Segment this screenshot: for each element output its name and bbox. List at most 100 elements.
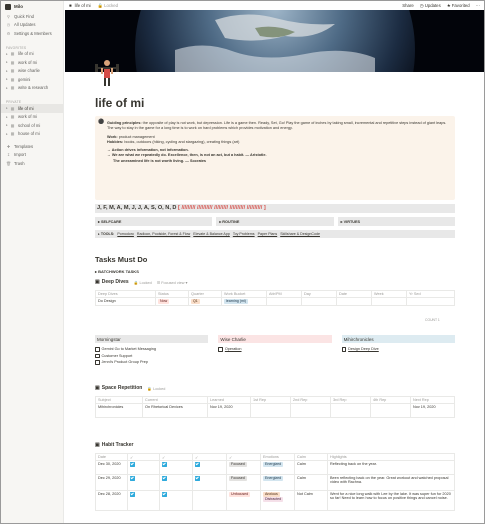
cell-check[interactable]: [127, 460, 160, 475]
table-row[interactable]: Dec 29, 2020 Focused Energized Calm Been…: [95, 474, 455, 491]
cell-empty[interactable]: [290, 403, 331, 418]
breadcrumb[interactable]: ■ life of mi 🔒 Locked: [69, 3, 118, 9]
col-header[interactable]: 1st Rep: [250, 396, 291, 404]
cell-calm[interactable]: Not Calm: [294, 490, 328, 511]
todo-item[interactable]: Operation: [218, 346, 331, 353]
cell-empty[interactable]: [266, 297, 302, 306]
cell-check[interactable]: [192, 490, 227, 511]
checkbox[interactable]: [341, 347, 347, 352]
col-header[interactable]: Status: [155, 290, 189, 298]
toggle-selfcare[interactable]: ▸ SELFCARE: [95, 217, 213, 226]
cell-next[interactable]: Nov 19, 2020: [410, 403, 455, 418]
table-row[interactable]: Dec 28, 2020 Unfocused Anxious Distracted…: [95, 490, 455, 511]
sidebar-item-fav-write-research[interactable]: ▸ ▦ write & research: [1, 84, 63, 93]
cell-calm[interactable]: Calm: [294, 474, 328, 491]
tools-toggle[interactable]: ▸ TOOLS: Pomodoro Radioon, Poolside, For…: [95, 230, 455, 238]
col-header[interactable]: Day: [301, 290, 337, 298]
tool-link[interactable]: Toy Problems: [233, 232, 255, 236]
cell-check[interactable]: [159, 490, 193, 511]
sidebar-item-fav-life-of-mi[interactable]: ▸ ▦ life of mi: [1, 50, 63, 59]
sidebar-item-quick-find[interactable]: ⚲ Quick Find: [1, 12, 63, 21]
sidebar-item-fav-gemini[interactable]: ▸ ▦ gemini: [1, 75, 63, 84]
cell-check[interactable]: [192, 460, 227, 475]
list-heading[interactable]: Morningstar: [95, 335, 209, 343]
col-header[interactable]: 2nd Rep: [290, 396, 331, 404]
cell-check[interactable]: [159, 474, 193, 491]
view-selector[interactable]: ☰ Focused view ▾: [157, 280, 188, 285]
cell-check[interactable]: [192, 474, 227, 491]
table-row[interactable]: Do Design Now Q1 learning (mi): [95, 297, 455, 306]
cell-check[interactable]: [127, 474, 160, 491]
checkbox-checked[interactable]: [195, 462, 200, 467]
cell-check[interactable]: [127, 490, 160, 511]
toggle-virtues[interactable]: ▸ VIRTUES: [337, 217, 455, 226]
toggle-routine[interactable]: ▸ ROUTINE: [216, 217, 334, 226]
sidebar-item-trash[interactable]: 🗑 Trash: [1, 159, 63, 168]
sidebar-item-fav-wise-charlie[interactable]: ▸ ▦ wise charlie: [1, 67, 63, 76]
cell-learned[interactable]: Nov 19, 2020: [207, 403, 251, 418]
cell-date[interactable]: Dec 28, 2020: [95, 490, 128, 511]
sidebar-item-templates[interactable]: ✚ Templates: [1, 142, 63, 151]
checkbox[interactable]: [95, 360, 100, 365]
workspace-switcher[interactable]: Milo: [1, 1, 63, 12]
col-header[interactable]: Calm: [294, 453, 328, 461]
db-title[interactable]: Space Repetition: [102, 385, 143, 391]
db-title[interactable]: Deep Dives: [102, 279, 129, 285]
checkbox[interactable]: [218, 347, 223, 352]
col-header[interactable]: Current: [142, 396, 208, 404]
lock-icon[interactable]: 🔒 Locked: [98, 3, 118, 9]
cell-date[interactable]: Dec 29, 2020: [95, 474, 128, 491]
col-header[interactable]: 3rd Rep: [330, 396, 371, 404]
more-icon[interactable]: ···: [476, 3, 480, 9]
db-title[interactable]: Habit Tracker: [102, 442, 134, 448]
col-header[interactable]: Yr Sed: [406, 290, 455, 298]
col-header[interactable]: Week: [371, 290, 407, 298]
col-header[interactable]: ✓: [226, 453, 261, 461]
cell-empty[interactable]: [330, 403, 371, 418]
col-header[interactable]: Date: [336, 290, 372, 298]
cell-tag[interactable]: Anxious Distracted: [260, 490, 295, 511]
checkbox-checked[interactable]: [130, 462, 135, 467]
sidebar-item-life-of-mi[interactable]: ▸ ▦ life of mi: [1, 104, 63, 113]
share-button[interactable]: Share: [402, 3, 413, 9]
tool-link[interactable]: Pomodoro: [117, 232, 134, 236]
cell-tag[interactable]: Focused: [226, 460, 261, 475]
sidebar-item-all-updates[interactable]: ◷ All Updates: [1, 21, 63, 30]
col-header[interactable]: Work Bucket: [221, 290, 267, 298]
table-row[interactable]: Dec 30, 2020 Focused Energized Calm Refl…: [95, 460, 455, 475]
col-header[interactable]: Quarter: [188, 290, 222, 298]
batchwork-toggle[interactable]: ▸ BATCHWORK TASKS: [95, 269, 139, 274]
cell-tag[interactable]: Energized: [260, 460, 295, 475]
checkbox-checked[interactable]: [130, 492, 135, 497]
cell-subject[interactable]: Mihirchronicles: [95, 403, 143, 418]
checkbox-checked[interactable]: [162, 462, 167, 467]
col-header[interactable]: ✓: [127, 453, 160, 461]
col-header[interactable]: ✓: [159, 453, 193, 461]
cell-bucket[interactable]: learning (mi): [221, 297, 267, 306]
sidebar-item-house-of-mi[interactable]: ▸ ▦ house of mi: [1, 130, 63, 139]
cell-tag[interactable]: Unfocused: [226, 490, 261, 511]
principles-callout[interactable]: ⚫ Guiding principles: the opposite of pl…: [95, 116, 455, 200]
checkbox[interactable]: [95, 353, 100, 358]
col-header[interactable]: Date: [95, 453, 128, 461]
tool-link[interactable]: Paper Plans: [258, 232, 278, 236]
list-heading[interactable]: Mihirchronicles: [341, 335, 455, 343]
cell-highlight[interactable]: Reflecting back on the year.: [327, 460, 455, 475]
cell-tag[interactable]: Focused: [226, 474, 261, 491]
checkbox-checked[interactable]: [162, 492, 167, 497]
checkbox-checked[interactable]: [130, 476, 135, 481]
cell-date[interactable]: Dec 30, 2020: [95, 460, 128, 475]
tool-link[interactable]: Radioon, Poolside, Forest & Flow: [137, 232, 190, 236]
col-header[interactable]: Learned: [207, 396, 251, 404]
table-row[interactable]: Mihirchronicles On Rhetorical Devices No…: [95, 403, 455, 418]
cell-empty[interactable]: [371, 297, 407, 306]
list-heading[interactable]: Wise Charlie: [218, 335, 332, 343]
cover-image[interactable]: [65, 10, 484, 72]
sidebar-item-import[interactable]: ↧ Import: [1, 151, 63, 160]
cell-empty[interactable]: [406, 297, 455, 306]
lock-icon[interactable]: 🔒 Locked: [147, 386, 165, 391]
col-header[interactable]: 4th Rep: [370, 396, 411, 404]
checkbox-checked[interactable]: [162, 476, 167, 481]
cell-current[interactable]: On Rhetorical Devices: [142, 403, 208, 418]
favorite-button[interactable]: ★ Favorited: [447, 3, 470, 9]
